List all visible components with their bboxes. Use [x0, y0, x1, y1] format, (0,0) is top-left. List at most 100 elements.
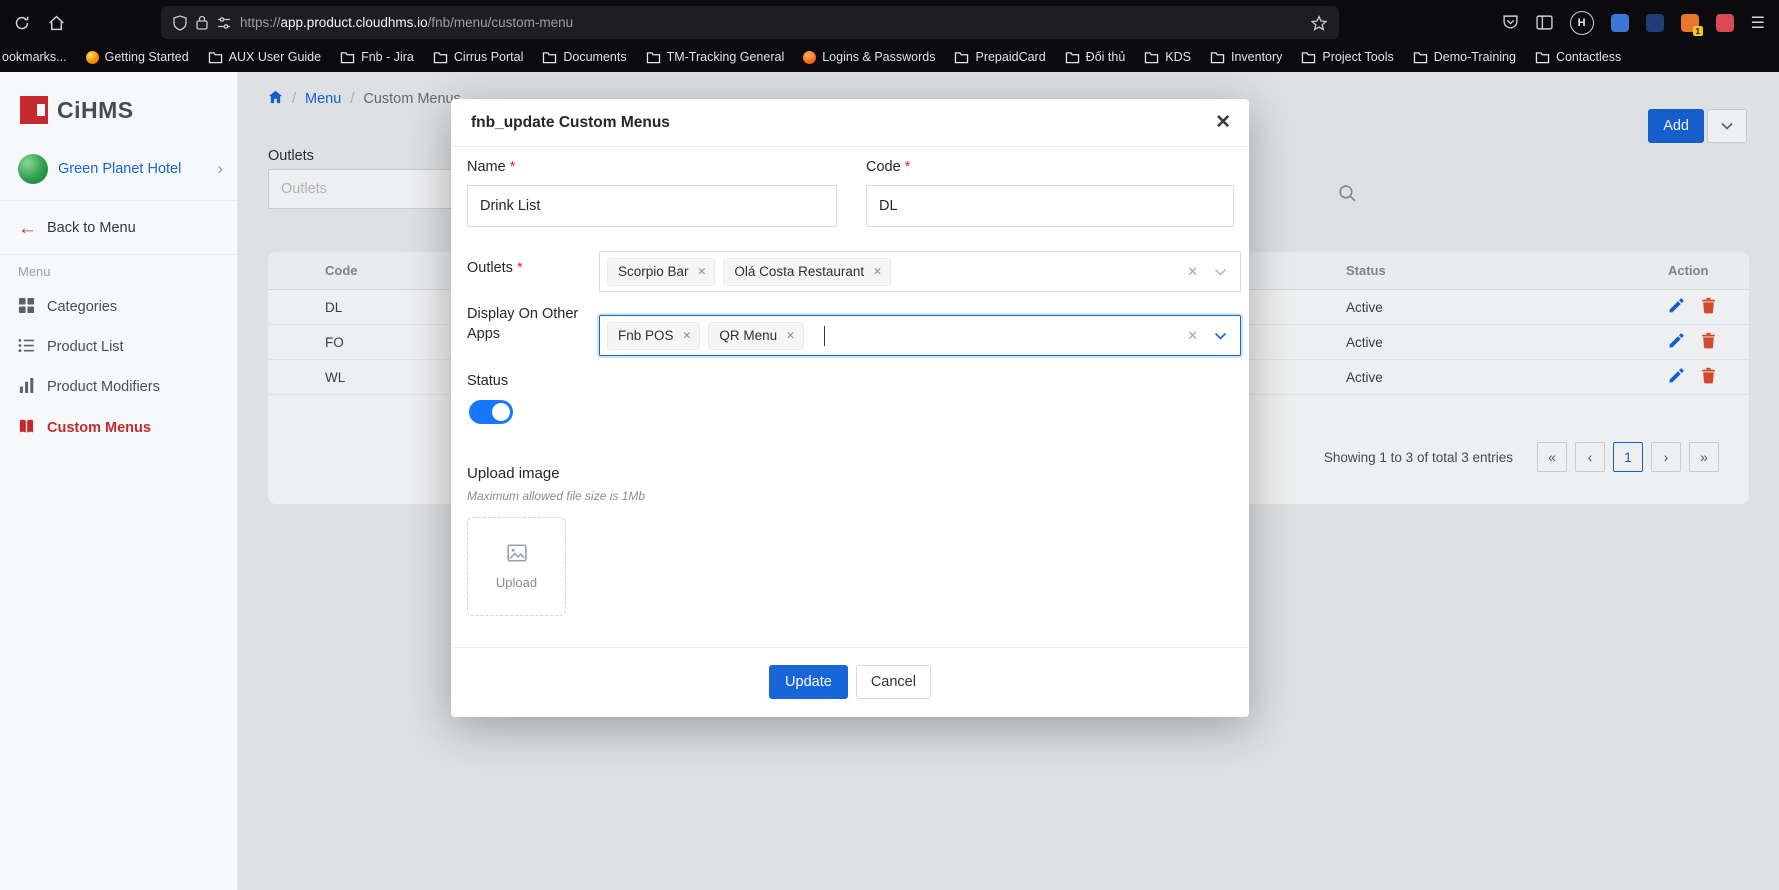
bookmark-item[interactable]: Contactless	[1535, 50, 1621, 64]
outlets-multiselect[interactable]: Scorpio Bar ✕ Olá Costa Restaurant ✕ ✕	[599, 251, 1241, 292]
toolbar-right-icons: H 1 ☰	[1502, 11, 1765, 35]
chip-label: QR Menu	[719, 328, 777, 343]
folder-icon	[1535, 51, 1550, 64]
status-toggle[interactable]	[469, 400, 513, 424]
bookmark-label: Documents	[563, 50, 626, 64]
outlets-label: Outlets*	[467, 260, 523, 276]
modal-footer: Update Cancel	[451, 647, 1249, 717]
url-protocol: https://	[240, 15, 281, 30]
bookmark-item[interactable]: ookmarks...	[2, 50, 67, 64]
code-field[interactable]	[866, 185, 1234, 227]
url-text: https://app.product.cloudhms.io/fnb/menu…	[240, 15, 1302, 30]
chip-remove-icon[interactable]: ✕	[698, 266, 707, 278]
extension-icon[interactable]: 1	[1681, 14, 1699, 32]
bookmark-item[interactable]: Demo-Training	[1413, 50, 1516, 64]
lock-icon[interactable]	[196, 15, 208, 30]
extension-icon[interactable]	[1716, 14, 1734, 32]
app-chip: Fnb POS ✕	[607, 322, 700, 350]
extension-badge: 1	[1693, 26, 1703, 36]
bookmark-label: PrepaidCard	[975, 50, 1045, 64]
tracking-shield-icon[interactable]	[173, 15, 187, 31]
cancel-button[interactable]: Cancel	[856, 665, 931, 699]
bookmark-item[interactable]: PrepaidCard	[954, 50, 1045, 64]
required-mark: *	[510, 159, 516, 175]
app-logo: CiHMS	[20, 96, 134, 124]
bookmark-item[interactable]: Logins & Passwords	[803, 50, 935, 64]
display-apps-multiselect[interactable]: Fnb POS ✕ QR Menu ✕ ✕	[599, 315, 1241, 356]
status-label: Status	[467, 373, 508, 389]
bookmark-item[interactable]: Cirrus Portal	[433, 50, 523, 64]
outlet-chip: Olá Costa Restaurant ✕	[723, 258, 891, 286]
display-on-other-apps-label: Display On Other Apps	[467, 305, 579, 344]
chip-remove-icon[interactable]: ✕	[873, 266, 882, 278]
app-chip: QR Menu ✕	[708, 322, 804, 350]
bookmark-label: Project Tools	[1322, 50, 1393, 64]
hotel-selector[interactable]: Green Planet Hotel ›	[0, 150, 237, 188]
list-icon	[18, 338, 35, 357]
bookmark-label: KDS	[1165, 50, 1191, 64]
reload-icon[interactable]	[14, 15, 30, 31]
bookmark-item[interactable]: Fnb - Jira	[340, 50, 414, 64]
bookmark-label: Getting Started	[105, 50, 189, 64]
extension-icon[interactable]	[1611, 14, 1629, 32]
hotel-avatar	[18, 154, 48, 184]
bookmark-item[interactable]: AUX User Guide	[208, 50, 321, 64]
back-to-menu-button[interactable]: ← Back to Menu	[18, 212, 136, 244]
app-sidebar: CiHMS Green Planet Hotel › ← Back to Men…	[0, 72, 238, 890]
logins-icon	[803, 51, 816, 64]
chevron-down-icon[interactable]	[1214, 268, 1227, 276]
bookmark-item[interactable]: TM-Tracking General	[646, 50, 785, 64]
name-field[interactable]	[467, 185, 837, 227]
clear-icon[interactable]: ✕	[1187, 328, 1198, 344]
bookmark-item[interactable]: Đối thủ	[1065, 50, 1126, 64]
url-host: app.product.cloudhms.io	[281, 15, 428, 30]
bookmark-label: Đối thủ	[1086, 50, 1126, 64]
bookmark-item[interactable]: Documents	[542, 50, 626, 64]
bookmarks-bar: ookmarks... Getting Started AUX User Guide…	[0, 45, 1779, 72]
chip-remove-icon[interactable]: ✕	[683, 330, 692, 342]
permissions-icon[interactable]	[217, 17, 231, 29]
book-icon	[18, 418, 35, 439]
bookmark-item[interactable]: Project Tools	[1301, 50, 1393, 64]
cihms-logo-icon	[20, 96, 48, 124]
bookmark-star-icon[interactable]	[1311, 15, 1327, 31]
folder-icon	[208, 51, 223, 64]
chevron-down-icon[interactable]	[1214, 332, 1227, 340]
sidebar-item-product-list[interactable]: Product List	[0, 327, 237, 367]
folder-icon	[1210, 51, 1225, 64]
sidebar-section-label: Menu	[18, 264, 51, 279]
bookmark-label: TM-Tracking General	[667, 50, 785, 64]
bookmark-item[interactable]: KDS	[1144, 50, 1191, 64]
url-bar[interactable]: https://app.product.cloudhms.io/fnb/menu…	[161, 6, 1339, 39]
sidebar-item-custom-menus[interactable]: Custom Menus	[0, 408, 237, 448]
folder-icon	[646, 51, 661, 64]
sidebar-toggle-icon[interactable]	[1536, 15, 1553, 30]
update-button[interactable]: Update	[769, 665, 848, 699]
modal-header: fnb_update Custom Menus	[451, 99, 1249, 147]
chip-remove-icon[interactable]: ✕	[786, 330, 795, 342]
sidebar-item-label: Custom Menus	[47, 420, 151, 436]
url-path: /fnb/menu/custom-menu	[428, 15, 574, 30]
close-icon[interactable]: ✕	[1215, 111, 1231, 134]
cihms-logo-text: CiHMS	[57, 97, 134, 124]
sidebar-item-categories[interactable]: Categories	[0, 287, 237, 327]
folder-icon	[1065, 51, 1080, 64]
clear-icon[interactable]: ✕	[1187, 264, 1198, 280]
account-icon[interactable]: H	[1570, 11, 1594, 35]
menu-icon[interactable]: ☰	[1751, 13, 1765, 33]
folder-icon	[1413, 51, 1428, 64]
upload-dropzone[interactable]: Upload	[467, 517, 566, 616]
required-mark: *	[517, 260, 523, 276]
home-icon[interactable]	[48, 15, 65, 31]
bookmark-item[interactable]: Inventory	[1210, 50, 1282, 64]
bookmark-label: Contactless	[1556, 50, 1621, 64]
sidebar-item-product-modifiers[interactable]: Product Modifiers	[0, 367, 237, 407]
folder-icon	[1144, 51, 1159, 64]
folder-icon	[542, 51, 557, 64]
getting-started-icon	[86, 51, 99, 64]
upload-hint: Maximum allowed file size is 1Mb	[467, 489, 645, 503]
extension-icon[interactable]	[1646, 14, 1664, 32]
pocket-icon[interactable]	[1502, 14, 1519, 31]
bookmark-item[interactable]: Getting Started	[86, 50, 189, 64]
bookmark-label: Inventory	[1231, 50, 1282, 64]
